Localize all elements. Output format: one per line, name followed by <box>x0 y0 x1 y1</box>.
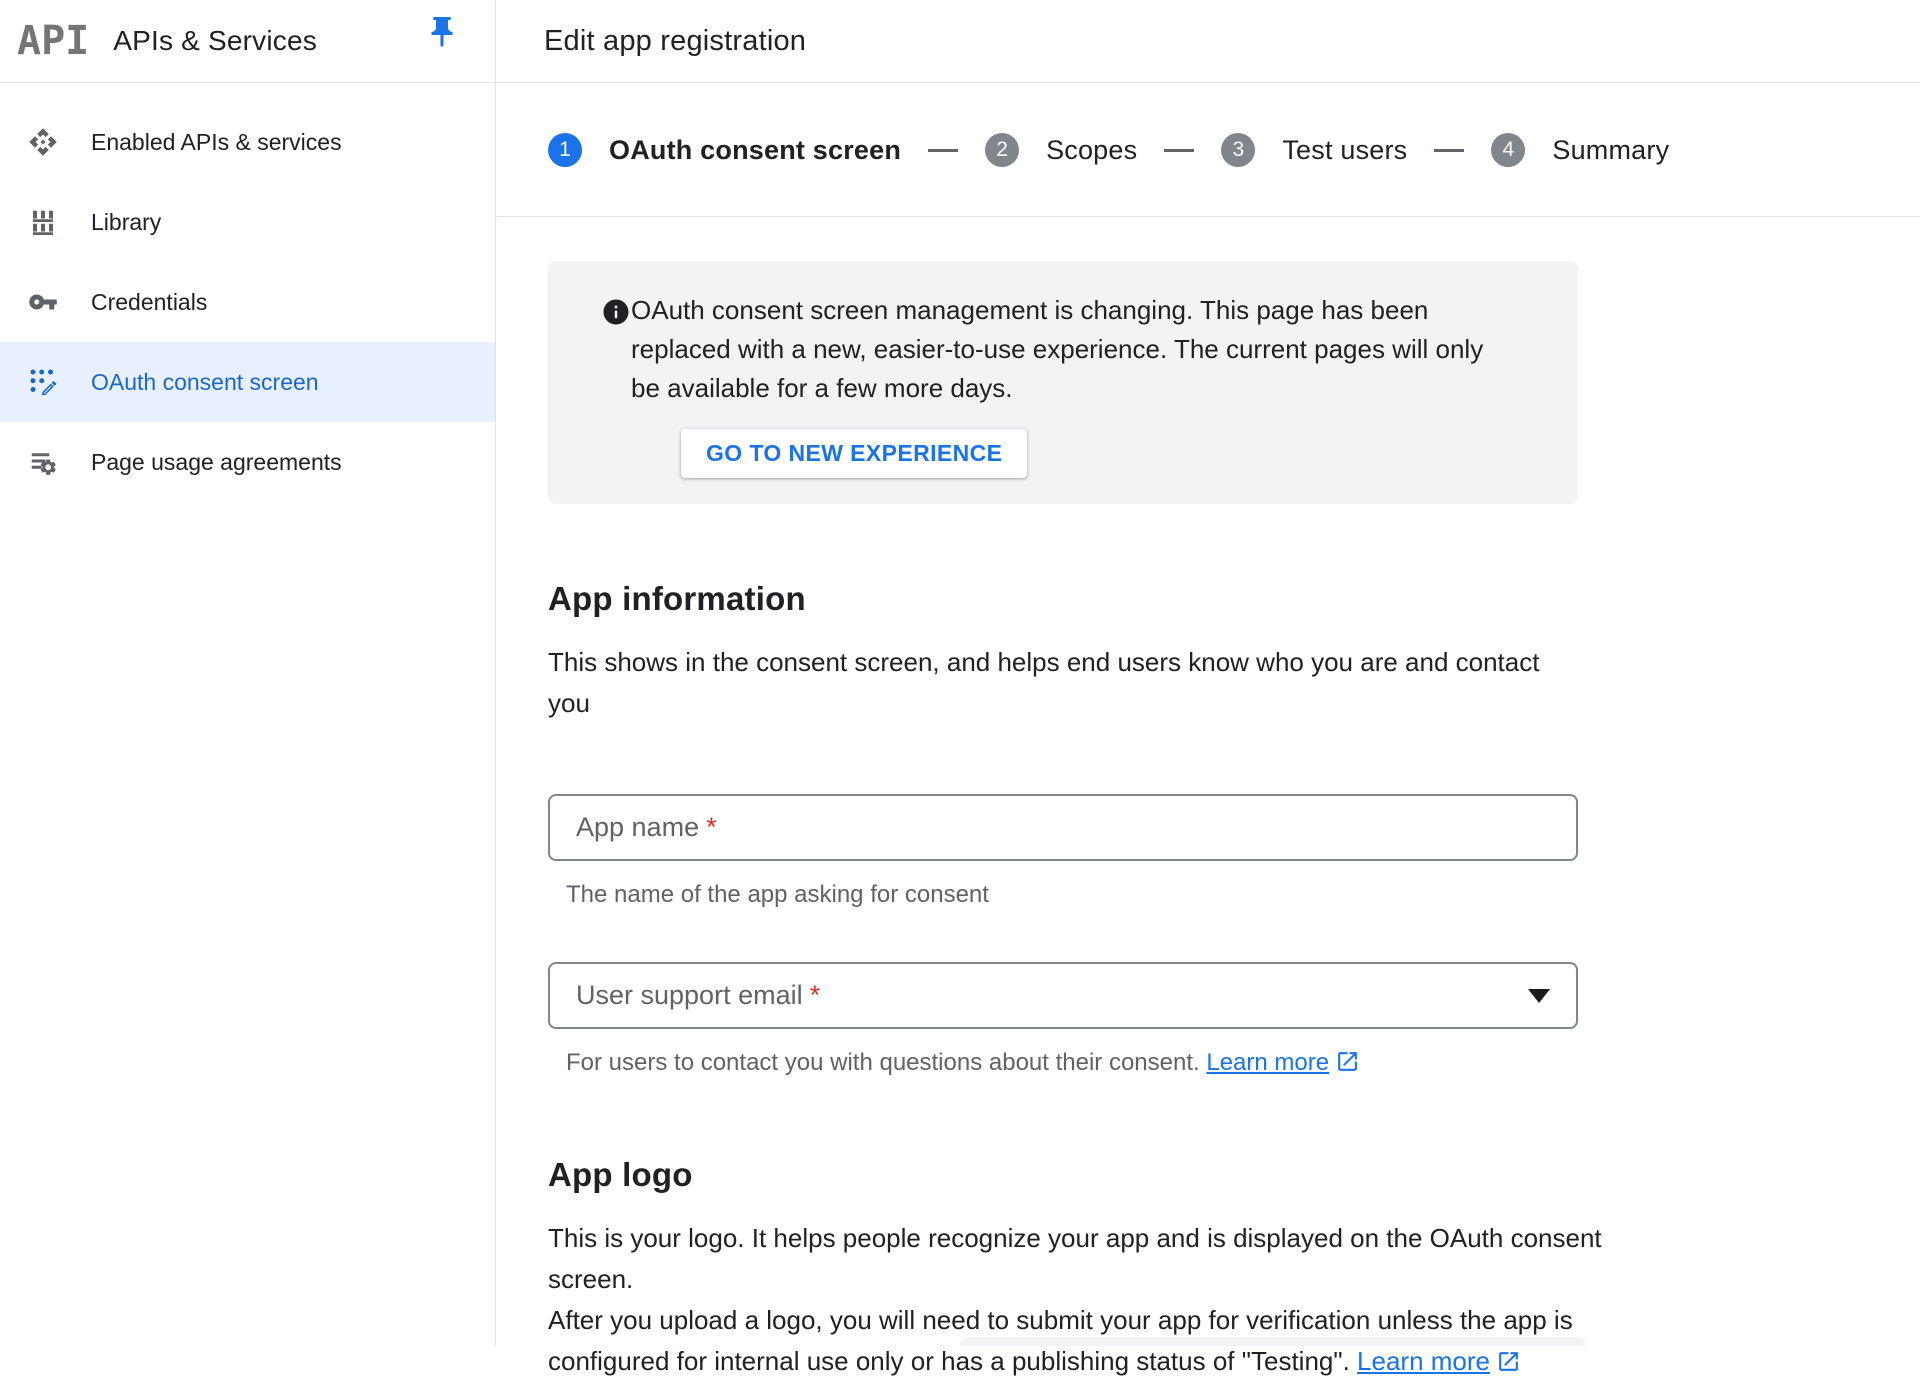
page-header: Edit app registration <box>496 0 1920 82</box>
helper-text: For users to contact you with questions … <box>566 1049 1200 1076</box>
logo-learn-more-link[interactable]: Learn more <box>1357 1346 1490 1376</box>
email-learn-more-link[interactable]: Learn more <box>1206 1049 1329 1076</box>
api-logo: API <box>17 18 89 64</box>
app-logo-description: This is your logo. It helps people recog… <box>548 1218 1648 1382</box>
step-test-users[interactable]: 3 Test users <box>1221 133 1407 167</box>
step-label: OAuth consent screen <box>609 135 901 166</box>
pushpin-icon <box>424 38 460 53</box>
api-icon <box>28 127 58 157</box>
dropdown-arrow-icon[interactable] <box>1528 989 1550 1003</box>
main-content: 1 OAuth consent screen 2 Scopes 3 Test u… <box>497 84 1920 1346</box>
step-scopes[interactable]: 2 Scopes <box>985 133 1137 167</box>
product-header: API APIs & Services <box>0 0 496 82</box>
sidebar-item-label: Page usage agreements <box>91 449 342 476</box>
sidebar: Enabled APIs & services Library Credenti… <box>0 84 496 1346</box>
step-connector <box>1434 149 1464 152</box>
key-icon <box>28 287 58 317</box>
step-label: Summary <box>1552 135 1669 166</box>
form-content: OAuth consent screen management is chang… <box>497 217 1920 1382</box>
step-number-badge: 1 <box>548 133 582 167</box>
sidebar-item-label: OAuth consent screen <box>91 369 319 396</box>
sidebar-item-oauth-consent-screen[interactable]: OAuth consent screen <box>0 342 495 422</box>
app-name-input[interactable]: App name * <box>548 794 1578 861</box>
app-information-heading: App information <box>548 580 1920 618</box>
user-support-email-label: User support email <box>576 980 803 1011</box>
app-logo-heading: App logo <box>548 1156 1920 1194</box>
library-icon <box>28 207 58 237</box>
deprecation-banner: OAuth consent screen management is chang… <box>548 261 1578 504</box>
step-connector <box>1164 149 1194 152</box>
agreements-icon <box>28 447 58 477</box>
step-number-badge: 4 <box>1491 133 1525 167</box>
page-title: Edit app registration <box>544 25 806 58</box>
sidebar-item-library[interactable]: Library <box>0 182 495 262</box>
product-title: APIs & Services <box>113 25 317 57</box>
step-connector <box>928 149 958 152</box>
sidebar-item-label: Library <box>91 209 161 236</box>
banner-message: OAuth consent screen management is chang… <box>631 291 1515 408</box>
step-number-badge: 2 <box>985 133 1019 167</box>
go-to-new-experience-button[interactable]: GO TO NEW EXPERIENCE <box>681 429 1027 478</box>
sidebar-item-credentials[interactable]: Credentials <box>0 262 495 342</box>
top-bar: API APIs & Services Edit app registratio… <box>0 0 1920 83</box>
step-label: Scopes <box>1046 135 1137 166</box>
step-label: Test users <box>1282 135 1407 166</box>
open-in-new-icon <box>1335 1049 1360 1074</box>
step-number-badge: 3 <box>1221 133 1255 167</box>
step-summary[interactable]: 4 Summary <box>1491 133 1669 167</box>
consent-icon <box>28 367 58 397</box>
step-oauth-consent-screen[interactable]: 1 OAuth consent screen <box>548 133 901 167</box>
info-icon <box>601 297 631 327</box>
app-name-label: App name <box>576 812 699 843</box>
required-marker: * <box>706 812 717 843</box>
app-information-description: This shows in the consent screen, and he… <box>548 642 1578 724</box>
sidebar-item-label: Enabled APIs & services <box>91 129 342 156</box>
registration-stepper: 1 OAuth consent screen 2 Scopes 3 Test u… <box>497 84 1920 217</box>
user-support-email-select[interactable]: User support email * <box>548 962 1578 1029</box>
app-logo-description-line1: This is your logo. It helps people recog… <box>548 1223 1602 1294</box>
app-name-helper: The name of the app asking for consent <box>566 878 1920 912</box>
required-marker: * <box>810 980 821 1011</box>
sidebar-item-label: Credentials <box>91 289 207 316</box>
open-in-new-icon <box>1496 1345 1521 1370</box>
sidebar-item-page-usage-agreements[interactable]: Page usage agreements <box>0 422 495 502</box>
user-support-email-helper: For users to contact you with questions … <box>566 1046 1920 1080</box>
pin-button[interactable] <box>423 14 461 52</box>
sidebar-item-enabled-apis[interactable]: Enabled APIs & services <box>0 102 495 182</box>
logo-upload-area-edge <box>960 1337 1586 1346</box>
